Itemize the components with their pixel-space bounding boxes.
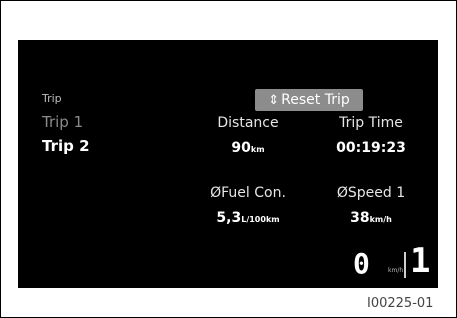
- menu-item-trip-1[interactable]: Trip 1: [42, 113, 83, 131]
- average-speed-value: 38km/h: [350, 210, 392, 226]
- trip-time-value: 00:19:23: [336, 140, 406, 156]
- average-speed-unit: km/h: [369, 215, 392, 224]
- average-speed-label: ØSpeed 1: [336, 185, 406, 201]
- reset-trip-button[interactable]: ⇕ Reset Trip: [255, 89, 363, 111]
- cluster-display: Trip Trip 1 Trip 2 ⇕ Reset Trip Distance…: [18, 40, 438, 288]
- menu-item-trip-2[interactable]: Trip 2: [42, 137, 90, 155]
- gear-indicator: 1: [410, 241, 431, 281]
- distance-value: 90km: [231, 140, 265, 156]
- fuel-consumption-unit: L/100km: [241, 215, 280, 224]
- chevron-up-down-icon: ⇕: [268, 92, 280, 108]
- distance-label: Distance: [217, 115, 279, 131]
- figure-id: I00225-01: [367, 296, 434, 311]
- speed-unit: km/h: [388, 267, 404, 274]
- current-speed: 0: [353, 247, 370, 280]
- menu-section-title: Trip: [42, 92, 62, 105]
- trip-time-label: Trip Time: [339, 115, 403, 131]
- fuel-consumption-label: ØFuel Con.: [210, 185, 286, 201]
- fuel-consumption-value: 5,3L/100km: [216, 210, 280, 226]
- status-divider: [404, 252, 406, 278]
- distance-unit: km: [250, 145, 265, 154]
- reset-trip-label: Reset Trip: [281, 92, 350, 108]
